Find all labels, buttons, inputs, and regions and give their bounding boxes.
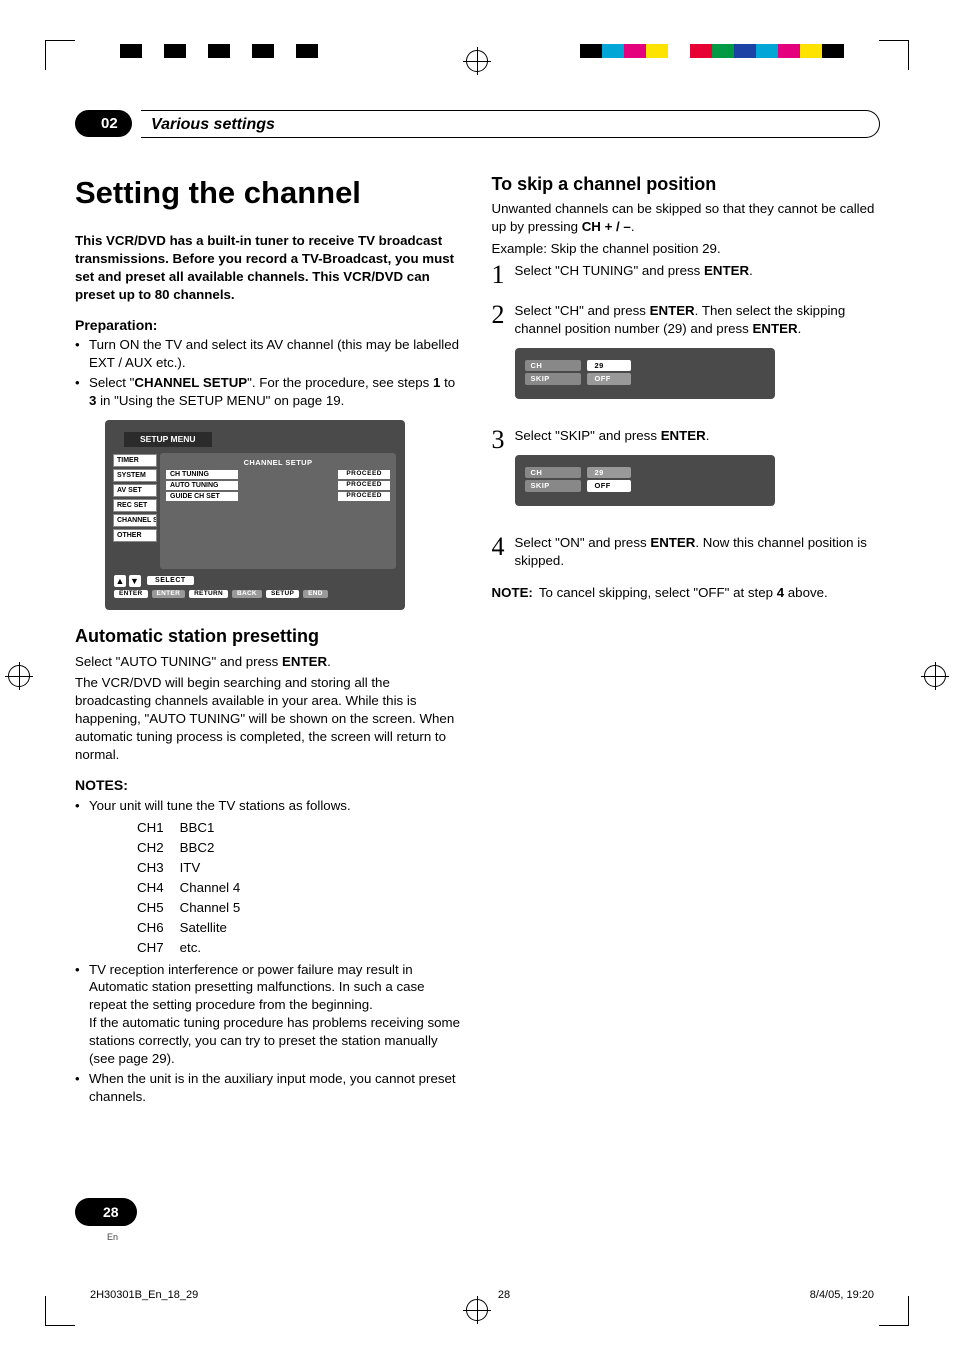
page-lang: En	[107, 1232, 118, 1242]
auto-p1: Select "AUTO TUNING" and press ENTER.	[75, 653, 464, 671]
osd-tab-column: TIMER SYSTEM AV SET REC SET CHANNEL SETU…	[113, 454, 157, 544]
skip-intro: Unwanted channels can be skipped so that…	[492, 200, 881, 236]
intro-paragraph: This VCR/DVD has a built-in tuner to rec…	[75, 233, 454, 302]
page-title: Setting the channel	[75, 172, 464, 214]
osd-ch-skip-1: CH29 SKIPOFF	[515, 348, 775, 399]
step-1: 1 Select "CH TUNING" and press ENTER.	[492, 262, 881, 288]
left-column: Setting the channel This VCR/DVD has a b…	[75, 172, 464, 1108]
doc-file: 2H30301B_En_18_29	[90, 1289, 198, 1301]
osd-title: SETUP MENU	[124, 432, 212, 447]
osd-setup-menu: SETUP MENU TIMER SYSTEM AV SET REC SET C…	[105, 420, 405, 610]
station-table: CH1BBC1 CH2BBC2 CH3ITV CH4Channel 4 CH5C…	[135, 817, 256, 959]
chapter-title: Various settings	[141, 111, 879, 139]
step-2: 2 Select "CH" and press ENTER. Then sele…	[492, 302, 881, 413]
prep-item-1: Turn ON the TV and select its AV channel…	[75, 336, 464, 372]
auto-p2: The VCR/DVD will begin searching and sto…	[75, 674, 464, 764]
note-stations: Your unit will tune the TV stations as f…	[75, 797, 464, 959]
doc-page: 28	[498, 1289, 510, 1301]
preparation-list: Turn ON the TV and select its AV channel…	[75, 336, 464, 410]
note-aux: When the unit is in the auxiliary input …	[75, 1070, 464, 1106]
note-interference: TV reception interference or power failu…	[75, 961, 464, 1069]
auto-presetting-heading: Automatic station presetting	[75, 624, 464, 648]
skip-example: Example: Skip the channel position 29.	[492, 240, 881, 258]
doc-date: 8/4/05, 19:20	[810, 1289, 874, 1301]
chapter-number: 02	[75, 110, 132, 137]
up-arrow-icon: ▲	[114, 575, 126, 587]
page-content: 02 Various settings Setting the channel …	[75, 110, 880, 1230]
document-footer: 2H30301B_En_18_29 28 8/4/05, 19:20	[90, 1289, 874, 1301]
page-number-badge: 28	[75, 1198, 137, 1226]
preparation-heading: Preparation:	[75, 316, 464, 335]
prep-item-2: Select "CHANNEL SETUP". For the procedur…	[75, 374, 464, 410]
note-cancel-skip: NOTE: To cancel skipping, select "OFF" a…	[492, 584, 881, 602]
right-column: To skip a channel position Unwanted chan…	[492, 172, 881, 1108]
chapter-header: 02 Various settings	[75, 110, 880, 148]
step-4: 4 Select "ON" and press ENTER. Now this …	[492, 534, 881, 570]
skip-heading: To skip a channel position	[492, 172, 881, 196]
step-3: 3 Select "SKIP" and press ENTER. CH29 SK…	[492, 427, 881, 520]
osd-ch-skip-2: CH29 SKIPOFF	[515, 455, 775, 506]
notes-heading: NOTES:	[75, 776, 464, 795]
down-arrow-icon: ▼	[129, 575, 141, 587]
